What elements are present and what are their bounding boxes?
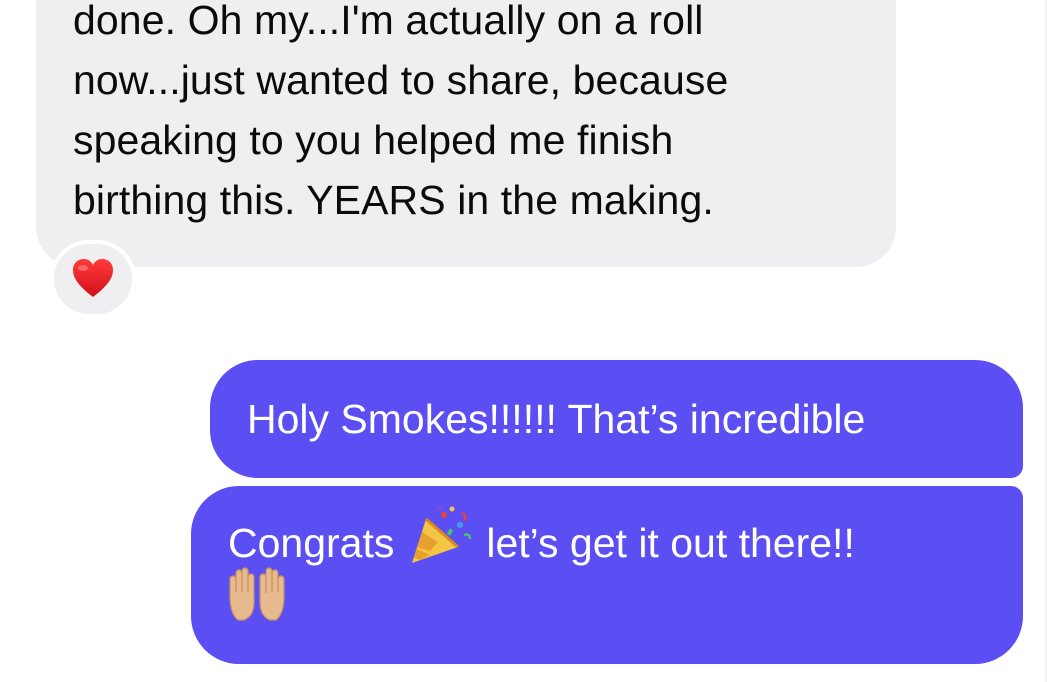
incoming-line: birthing this. YEARS in the making. bbox=[73, 177, 714, 223]
outgoing-message-bubble[interactable]: Holy Smokes!!!!!! That’s incredible bbox=[210, 360, 1023, 478]
heart-reaction[interactable] bbox=[50, 240, 136, 318]
heart-icon bbox=[73, 259, 113, 297]
incoming-line: now...just wanted to share, because bbox=[73, 57, 729, 103]
outgoing-message-line: Congrats let’s get it out there!! bbox=[228, 506, 1023, 573]
outgoing-message-bubble[interactable]: Congrats let’s get it out there!! bbox=[191, 486, 1023, 664]
incoming-message-text: done. Oh my...I'm actually on a roll now… bbox=[73, 0, 873, 230]
raising-hands-icon bbox=[226, 566, 288, 640]
outgoing-message-line bbox=[228, 567, 1023, 633]
party-popper-icon bbox=[408, 505, 472, 581]
chat-thread: done. Oh my...I'm actually on a roll now… bbox=[0, 0, 1047, 682]
outgoing-message-text: Holy Smokes!!!!!! That’s incredible bbox=[247, 396, 866, 442]
incoming-line: done. Oh my...I'm actually on a roll bbox=[73, 0, 704, 43]
outgoing-message-text: let’s get it out there!! bbox=[486, 520, 855, 566]
incoming-line: speaking to you helped me finish bbox=[73, 117, 674, 163]
outgoing-message-text: Congrats bbox=[228, 520, 395, 566]
